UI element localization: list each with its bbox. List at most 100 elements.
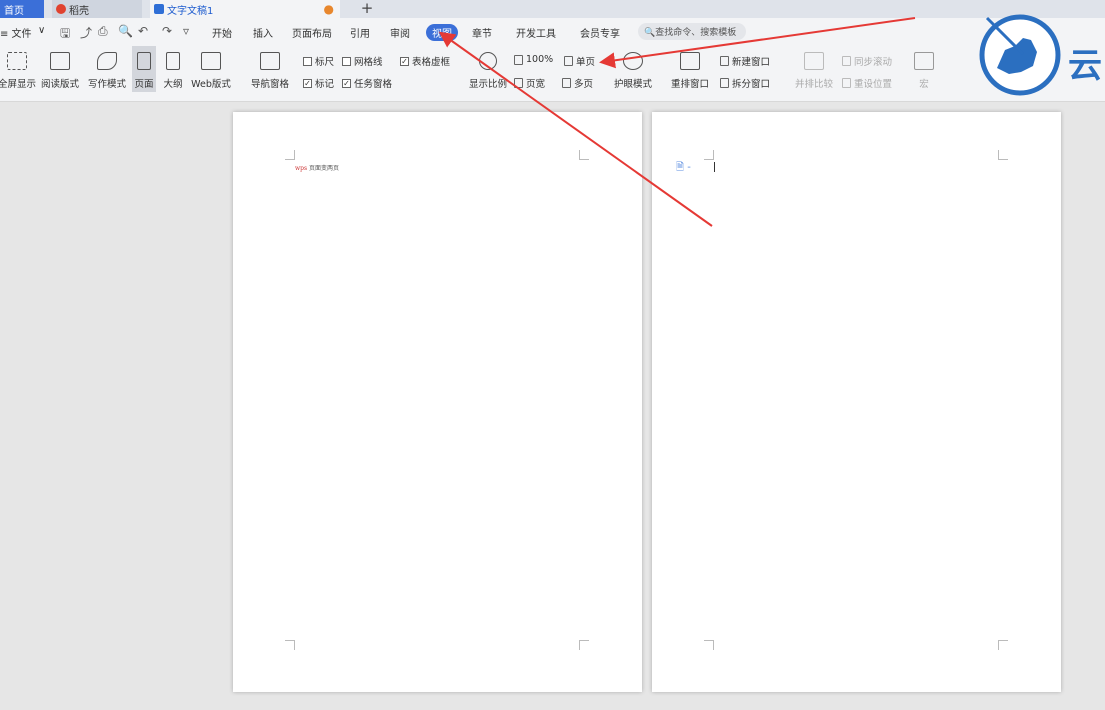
task-pane-label: 任务窗格 xyxy=(354,79,393,90)
zoom-100-label: 100% xyxy=(526,54,554,65)
marks-checkbox[interactable]: ✓ 标记 xyxy=(303,76,334,90)
print-icon[interactable]: ⎙ xyxy=(98,24,108,39)
print-preview-icon[interactable]: 🔍 xyxy=(118,24,133,38)
menu-references[interactable]: 引用 xyxy=(350,25,370,40)
fullscreen-button[interactable]: 全屏显示 xyxy=(0,46,37,90)
save-icon[interactable]: 🖫 xyxy=(60,24,70,45)
zoom-100-icon xyxy=(514,54,523,65)
sync-scroll-label: 同步滚动 xyxy=(854,57,893,68)
new-window-button[interactable]: 新建窗口 xyxy=(720,54,770,68)
undo-icon[interactable]: ↶ xyxy=(138,24,148,38)
page-1-header-text: wps 页面变两页 xyxy=(295,163,339,172)
web-layout-label: Web版式 xyxy=(191,79,231,90)
marks-check-box: ✓ xyxy=(303,78,312,88)
reading-layout-button[interactable]: 阅读版式 xyxy=(40,46,80,90)
fullscreen-icon xyxy=(7,52,27,70)
new-window-label: 新建窗口 xyxy=(732,57,771,68)
page-2[interactable]: 🗎 - xyxy=(652,112,1061,692)
margin-corner-bottom-left xyxy=(285,640,295,650)
writing-mode-label: 写作模式 xyxy=(87,79,126,90)
tab-bar: 首页 稻壳 文字文稿1 ● + xyxy=(0,0,1105,18)
split-window-button[interactable]: 拆分窗口 xyxy=(720,76,770,90)
menu-review[interactable]: 审阅 xyxy=(390,25,410,40)
side-by-side-button[interactable]: 并排比较 xyxy=(794,46,834,90)
margin-corner-top-left xyxy=(704,150,714,160)
gridlines-checkbox[interactable]: 网格线 xyxy=(342,54,383,68)
margin-corner-bottom-right xyxy=(579,640,589,650)
file-menu[interactable]: ≡ 文件 xyxy=(0,25,32,40)
reset-position-button[interactable]: 重设位置 xyxy=(842,76,892,90)
nav-pane-button[interactable]: 导航窗格 xyxy=(246,46,294,90)
ruler-checkbox[interactable]: 标尺 xyxy=(303,54,334,68)
outline-button[interactable]: 大纲 xyxy=(161,46,185,90)
page-view-label: 页面 xyxy=(134,79,154,90)
menu-start[interactable]: 开始 xyxy=(212,25,232,40)
multi-page-label: 多页 xyxy=(574,79,594,90)
task-pane-check-box: ✓ xyxy=(342,78,351,88)
command-search[interactable]: 🔍查找命令、搜索模板 xyxy=(638,23,746,40)
task-pane-checkbox[interactable]: ✓ 任务窗格 xyxy=(342,76,392,90)
menu-member[interactable]: 会员专享 xyxy=(580,25,620,40)
tab-document[interactable]: 文字文稿1 ● xyxy=(150,0,340,18)
margin-corner-bottom-right xyxy=(998,640,1008,650)
reset-position-label: 重设位置 xyxy=(854,79,893,90)
fullscreen-label: 全屏显示 xyxy=(0,79,37,90)
text-cursor xyxy=(714,162,715,172)
side-by-side-label: 并排比较 xyxy=(794,79,833,90)
multi-page-button[interactable]: 多页 xyxy=(562,76,593,90)
paragraph-handle-icon[interactable]: 🗎 - xyxy=(676,160,691,177)
new-window-icon xyxy=(720,56,729,66)
single-page-button[interactable]: 单页 xyxy=(564,54,595,68)
menu-chapter[interactable]: 章节 xyxy=(472,25,492,40)
pen-icon xyxy=(97,52,117,70)
side-by-side-icon xyxy=(804,52,824,70)
multi-page-icon xyxy=(562,78,571,88)
new-tab-button[interactable]: + xyxy=(358,0,376,18)
wps-mark-icon: wps xyxy=(295,165,308,172)
chevron-down-icon[interactable]: ∨ xyxy=(38,25,45,36)
tab-daoke[interactable]: 稻壳 xyxy=(52,0,142,18)
customize-quick-access-icon[interactable]: ▿ xyxy=(183,24,189,38)
page-view-button[interactable]: 页面 xyxy=(132,46,156,92)
page-width-button[interactable]: 页宽 xyxy=(514,76,545,90)
format-painter-icon[interactable]: ⤴ xyxy=(80,24,92,41)
logo-text: 云 xyxy=(1068,46,1102,86)
menu-insert[interactable]: 插入 xyxy=(253,25,273,40)
gridlines-check-box xyxy=(342,56,351,66)
writer-doc-icon xyxy=(154,4,164,14)
eye-care-button[interactable]: 护眼模式 xyxy=(612,46,654,90)
margin-corner-top-left xyxy=(285,150,295,160)
magnifier-icon xyxy=(479,52,497,70)
document-area[interactable]: wps 页面变两页 🗎 - xyxy=(0,103,1105,710)
rearrange-label: 重排窗口 xyxy=(670,79,709,90)
rearrange-windows-button[interactable]: 重排窗口 xyxy=(666,46,714,90)
tab-home[interactable]: 首页 xyxy=(0,0,44,18)
unsaved-indicator: ● xyxy=(323,2,334,16)
menu-page-layout[interactable]: 页面布局 xyxy=(292,25,332,40)
search-placeholder: 查找命令、搜索模板 xyxy=(655,28,737,38)
menu-view[interactable]: 视图 xyxy=(426,24,458,41)
page-1[interactable]: wps 页面变两页 xyxy=(233,112,642,692)
menu-row: ≡ 文件 ∨ 🖫 ⤴ ⎙ 🔍 ↶ ↷ ▿ 开始 插入 页面布局 引用 审阅 视图… xyxy=(0,18,1105,46)
zoom-100-button[interactable]: 100% xyxy=(514,54,553,65)
menu-developer-tools[interactable]: 开发工具 xyxy=(516,25,556,40)
page-width-icon xyxy=(514,78,523,88)
single-page-icon xyxy=(564,56,573,66)
table-gridlines-checkbox[interactable]: ✓ 表格虚框 xyxy=(400,54,450,68)
sync-scroll-button[interactable]: 同步滚动 xyxy=(842,54,892,68)
outline-icon xyxy=(166,52,180,70)
redo-icon[interactable]: ↷ xyxy=(162,24,172,38)
view-ribbon: 全屏显示 阅读版式 写作模式 页面 大纲 Web版式 导航窗格 标尺 网格线 ✓… xyxy=(0,46,1105,102)
macro-button[interactable]: 宏 xyxy=(912,46,936,90)
margin-corner-bottom-left xyxy=(704,640,714,650)
web-icon xyxy=(201,52,221,70)
reading-layout-label: 阅读版式 xyxy=(40,79,79,90)
writing-mode-button[interactable]: 写作模式 xyxy=(86,46,128,90)
tab-daoke-label: 稻壳 xyxy=(69,5,89,17)
page-width-label: 页宽 xyxy=(526,79,546,90)
web-layout-button[interactable]: Web版式 xyxy=(190,46,232,90)
zoom-button[interactable]: 显示比例 xyxy=(466,46,510,90)
macro-icon xyxy=(914,52,934,70)
daoke-icon xyxy=(56,4,66,14)
rearrange-icon xyxy=(680,52,700,70)
